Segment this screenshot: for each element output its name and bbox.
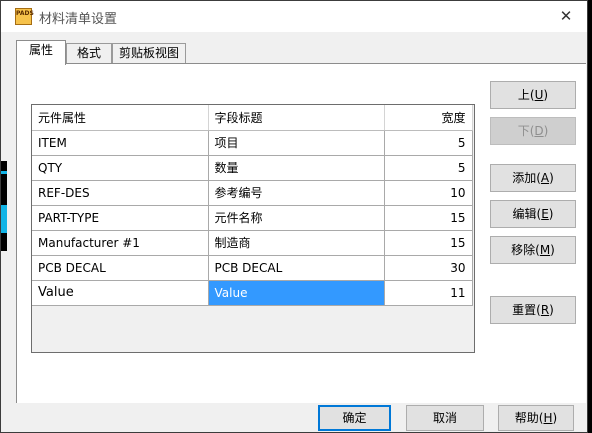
tab-clipboard-view[interactable]: 剪贴板视图 [112,43,186,64]
cell-width[interactable]: 15 [384,230,473,256]
cell-field-title-selected[interactable]: Value [208,280,385,306]
help-button[interactable]: 帮助(H) [498,405,574,431]
cell-width[interactable]: 10 [384,180,473,206]
column-header-width[interactable]: 宽度 [384,105,473,131]
cancel-button[interactable]: 取消 [406,405,484,431]
cell-field-title[interactable]: 项目 [208,130,385,156]
cell-attribute[interactable]: REF-DES [32,180,209,206]
close-icon[interactable]: ✕ [555,5,577,27]
cell-attribute[interactable]: PCB DECAL [32,255,209,281]
move-down-label: 下( [517,124,535,138]
add-button[interactable]: 添加(A) [490,164,576,192]
reset-label: 重置( [512,303,541,317]
reset-button[interactable]: 重置(R) [490,296,576,324]
column-header-field-title[interactable]: 字段标题 [208,105,385,131]
reset-shortcut: R [540,303,550,317]
background-accent [1,205,7,233]
ok-button[interactable]: 确定 [318,405,391,431]
cell-width[interactable]: 30 [384,255,473,281]
table-row[interactable]: QTY 数量 5 [32,155,473,181]
background-accent [1,171,7,174]
attribute-grid: 元件属性 字段标题 宽度 ITEM 项目 5 QTY 数量 5 REF-DES [32,105,473,306]
edit-shortcut: E [541,207,549,221]
help-shortcut: H [543,411,553,425]
cell-field-title[interactable]: PCB DECAL [208,255,385,281]
cell-width[interactable]: 5 [384,130,473,156]
cell-field-title[interactable]: 数量 [208,155,385,181]
edit-button[interactable]: 编辑(E) [490,200,576,228]
move-down-button[interactable]: 下(D) [490,117,576,145]
cell-field-title[interactable]: 元件名称 [208,205,385,231]
tab-format[interactable]: 格式 [66,43,112,64]
help-label: 帮助( [514,411,544,425]
bom-settings-dialog: PADS 材料清单设置 ✕ 属性 格式 剪贴板视图 元件属性 字段标题 宽度 I… [0,0,588,433]
cell-field-title[interactable]: 制造商 [208,230,385,256]
move-down-shortcut: D [534,124,544,138]
reset-suffix: ) [549,303,554,317]
cell-attribute[interactable]: QTY [32,155,209,181]
cell-attribute[interactable]: Value [32,280,209,306]
cell-attribute[interactable]: Manufacturer #1 [32,230,209,256]
move-up-suffix: ) [543,88,549,102]
cell-width[interactable]: 11 [384,280,473,306]
attribute-table[interactable]: 元件属性 字段标题 宽度 ITEM 项目 5 QTY 数量 5 REF-DES [31,104,475,353]
add-suffix: ) [549,171,554,185]
add-shortcut: A [540,171,550,185]
cell-attribute[interactable]: ITEM [32,130,209,156]
table-row[interactable]: Manufacturer #1 制造商 15 [32,230,473,256]
tab-properties[interactable]: 属性 [16,40,66,65]
table-row[interactable]: Value Value 11 [32,280,473,306]
move-down-suffix: ) [543,124,549,138]
edit-label: 编辑( [512,207,542,221]
cell-width[interactable]: 5 [384,155,473,181]
pads-app-icon: PADS [15,8,34,25]
move-up-button[interactable]: 上(U) [490,81,576,109]
table-row[interactable]: PART-TYPE 元件名称 15 [32,205,473,231]
table-row[interactable]: ITEM 项目 5 [32,130,473,156]
column-header-attribute[interactable]: 元件属性 [32,105,209,131]
cell-field-title[interactable]: 参考编号 [208,180,385,206]
remove-suffix: ) [550,243,555,257]
remove-label: 移除( [511,243,540,257]
edit-suffix: ) [548,207,554,221]
remove-shortcut: M [539,243,551,257]
cell-width[interactable]: 15 [384,205,473,231]
remove-button[interactable]: 移除(M) [490,236,576,264]
table-row[interactable]: REF-DES 参考编号 10 [32,180,473,206]
add-label: 添加( [512,171,541,185]
help-suffix: ) [552,411,558,425]
table-row[interactable]: PCB DECAL PCB DECAL 30 [32,255,473,281]
title-bar[interactable]: PADS 材料清单设置 ✕ [1,1,587,32]
table-header-row: 元件属性 字段标题 宽度 [32,105,473,131]
background-window-edge [1,161,7,251]
move-up-label: 上( [517,88,535,102]
window-title: 材料清单设置 [39,12,118,27]
cell-attribute[interactable]: PART-TYPE [32,205,209,231]
